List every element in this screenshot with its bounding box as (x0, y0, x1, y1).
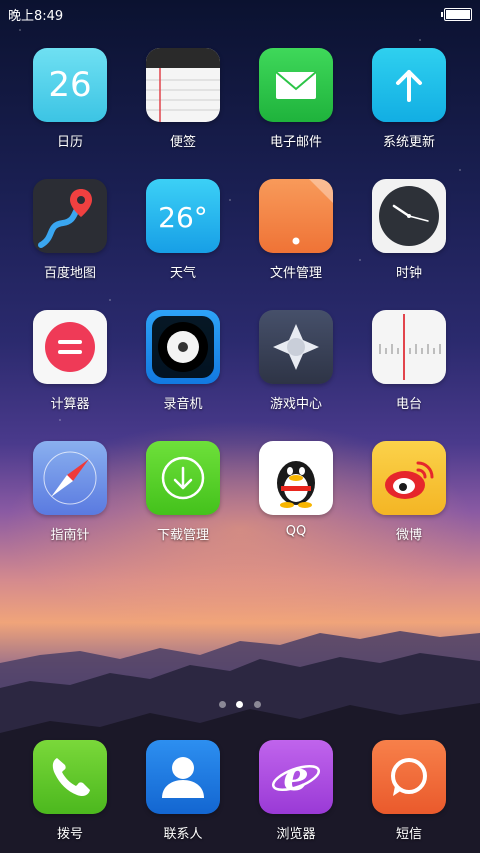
clock-icon (372, 179, 446, 253)
app-label: 天气 (169, 266, 196, 281)
message-bubble-icon (372, 740, 446, 814)
svg-text:e: e (283, 753, 308, 800)
dock-contacts[interactable]: 联系人 (133, 740, 233, 842)
folder-icon (259, 179, 333, 253)
browser-e-icon: e (259, 740, 333, 814)
app-label: 计算器 (50, 397, 90, 412)
phone-icon (33, 740, 107, 814)
page-dot-2[interactable] (236, 701, 243, 708)
map-pin-icon (33, 179, 107, 253)
calendar-icon-date: 26 (48, 65, 91, 105)
app-email[interactable]: 电子邮件 (246, 48, 346, 150)
app-label: 微博 (395, 528, 422, 543)
app-label: 文件管理 (269, 266, 322, 281)
app-update[interactable]: 系统更新 (359, 48, 459, 150)
app-label: QQ (285, 524, 307, 539)
app-label: 系统更新 (382, 135, 435, 150)
app-label: 日历 (56, 135, 83, 150)
gamepad-icon (259, 310, 333, 384)
weibo-icon (372, 441, 446, 515)
compass-icon (33, 441, 107, 515)
app-label: 游戏中心 (269, 397, 322, 412)
battery-icon (441, 8, 472, 21)
app-label: 录音机 (163, 397, 203, 412)
app-weather[interactable]: 26° 天气 (133, 179, 233, 281)
app-label: 短信 (395, 827, 422, 842)
app-downloads[interactable]: 下载管理 (133, 441, 233, 543)
app-label: 联系人 (163, 827, 203, 842)
app-qq[interactable]: QQ (246, 441, 346, 539)
status-time: 晚上8:49 (8, 9, 64, 24)
app-files[interactable]: 文件管理 (246, 179, 346, 281)
app-label: 电台 (395, 397, 422, 412)
app-label: 百度地图 (43, 266, 96, 281)
notes-icon (146, 48, 220, 122)
dock-phone[interactable]: 拨号 (20, 740, 120, 842)
app-radio[interactable]: 电台 (359, 310, 459, 412)
app-label: 指南针 (50, 528, 90, 543)
app-calculator[interactable]: 计算器 (20, 310, 120, 412)
app-calendar[interactable]: 26 日历 (20, 48, 120, 150)
equals-icon (33, 310, 107, 384)
page-dot-1[interactable] (219, 701, 226, 708)
contact-icon (146, 740, 220, 814)
qq-penguin-icon (259, 441, 333, 515)
weather-icon-temp: 26° (158, 201, 208, 234)
weather-icon: 26° (146, 179, 220, 253)
dock-browser[interactable]: e 浏览器 (246, 740, 346, 842)
app-recorder[interactable]: 录音机 (133, 310, 233, 412)
app-label: 时钟 (395, 266, 422, 281)
app-notes[interactable]: 便签 (133, 48, 233, 150)
mail-icon (259, 48, 333, 122)
app-label: 浏览器 (276, 827, 316, 842)
app-compass[interactable]: 指南针 (20, 441, 120, 543)
arrow-up-icon (372, 48, 446, 122)
radio-tuner-icon (372, 310, 446, 384)
app-label: 电子邮件 (269, 135, 322, 150)
app-weibo[interactable]: 微博 (359, 441, 459, 543)
calendar-icon: 26 (33, 48, 107, 122)
app-label: 下载管理 (156, 528, 209, 543)
speaker-icon (146, 310, 220, 384)
app-label: 便签 (169, 135, 196, 150)
status-bar: 晚上8:49 (0, 0, 480, 26)
download-icon (146, 441, 220, 515)
dock-sms[interactable]: 短信 (359, 740, 459, 842)
page-dot-3[interactable] (254, 701, 261, 708)
app-label: 拨号 (56, 827, 83, 842)
app-clock[interactable]: 时钟 (359, 179, 459, 281)
app-maps[interactable]: 百度地图 (20, 179, 120, 281)
page-indicator (0, 701, 480, 711)
app-gamecenter[interactable]: 游戏中心 (246, 310, 346, 412)
